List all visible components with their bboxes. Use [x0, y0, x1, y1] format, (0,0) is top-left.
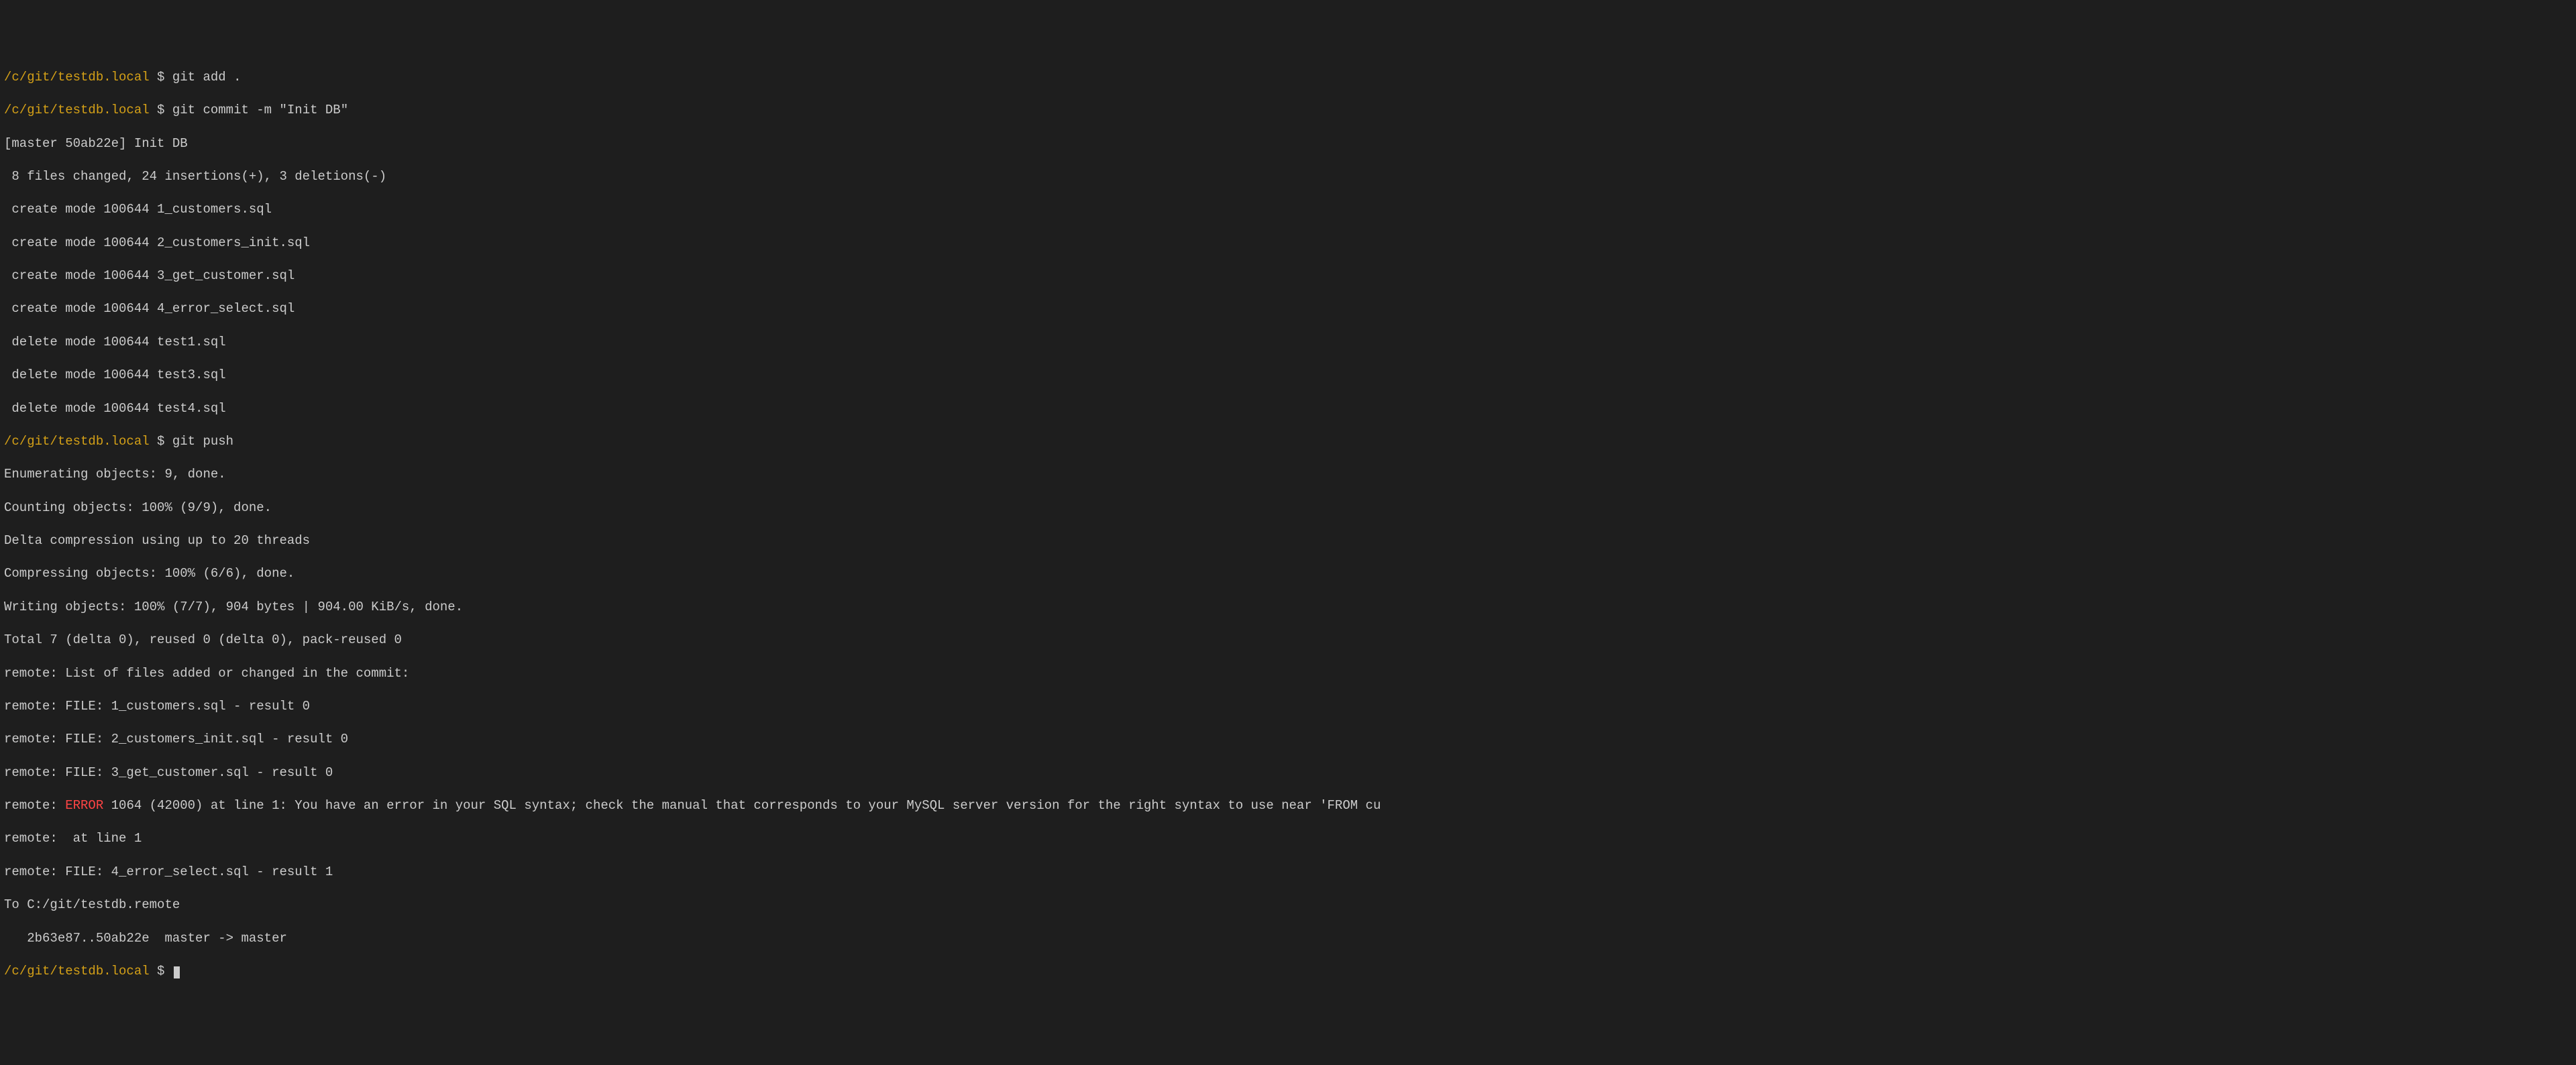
commit-output: create mode 100644 4_error_select.sql: [4, 300, 2572, 317]
commit-output: delete mode 100644 test1.sql: [4, 334, 2572, 351]
command-git-push: git push: [172, 434, 233, 449]
push-output: 2b63e87..50ab22e master -> master: [4, 930, 2572, 947]
command-git-commit: git commit -m "Init DB": [172, 103, 348, 117]
prompt-line-3: /c/git/testdb.local $ git push: [4, 433, 2572, 450]
commit-output: create mode 100644 1_customers.sql: [4, 201, 2572, 218]
commit-output: 8 files changed, 24 insertions(+), 3 del…: [4, 168, 2572, 185]
error-keyword: ERROR: [65, 798, 103, 813]
prompt-path: /c/git/testdb.local: [4, 434, 150, 449]
prompt-dollar: $: [150, 70, 172, 85]
cursor-icon: [174, 966, 180, 978]
push-output: remote: FILE: 2_customers_init.sql - res…: [4, 731, 2572, 748]
push-output: remote: at line 1: [4, 830, 2572, 847]
commit-output: create mode 100644 2_customers_init.sql: [4, 235, 2572, 251]
push-output: Counting objects: 100% (9/9), done.: [4, 500, 2572, 516]
push-output: remote: FILE: 4_error_select.sql - resul…: [4, 864, 2572, 881]
commit-output: create mode 100644 3_get_customer.sql: [4, 268, 2572, 284]
remote-prefix: remote:: [4, 798, 65, 813]
prompt-line-2: /c/git/testdb.local $ git commit -m "Ini…: [4, 102, 2572, 119]
prompt-dollar: $: [150, 103, 172, 117]
push-output: remote: FILE: 3_get_customer.sql - resul…: [4, 765, 2572, 781]
command-git-add: git add .: [172, 70, 241, 85]
error-message: 1064 (42000) at line 1: You have an erro…: [103, 798, 1381, 813]
push-output: Compressing objects: 100% (6/6), done.: [4, 565, 2572, 582]
commit-output: delete mode 100644 test4.sql: [4, 400, 2572, 417]
push-output: Delta compression using up to 20 threads: [4, 532, 2572, 549]
prompt-path: /c/git/testdb.local: [4, 70, 150, 85]
push-output: Total 7 (delta 0), reused 0 (delta 0), p…: [4, 632, 2572, 649]
prompt-path: /c/git/testdb.local: [4, 103, 150, 117]
push-output: Enumerating objects: 9, done.: [4, 466, 2572, 483]
commit-output: delete mode 100644 test3.sql: [4, 367, 2572, 384]
commit-output: [master 50ab22e] Init DB: [4, 135, 2572, 152]
prompt-path: /c/git/testdb.local: [4, 964, 150, 978]
push-output: remote: FILE: 1_customers.sql - result 0: [4, 698, 2572, 715]
prompt-line-1: /c/git/testdb.local $ git add .: [4, 69, 2572, 86]
prompt-dollar: $: [150, 964, 172, 978]
prompt-dollar: $: [150, 434, 172, 449]
push-output: Writing objects: 100% (7/7), 904 bytes |…: [4, 599, 2572, 616]
push-output-error-line: remote: ERROR 1064 (42000) at line 1: Yo…: [4, 797, 2572, 814]
push-output: remote: List of files added or changed i…: [4, 665, 2572, 682]
prompt-line-4[interactable]: /c/git/testdb.local $: [4, 963, 2572, 980]
push-output: To C:/git/testdb.remote: [4, 897, 2572, 913]
